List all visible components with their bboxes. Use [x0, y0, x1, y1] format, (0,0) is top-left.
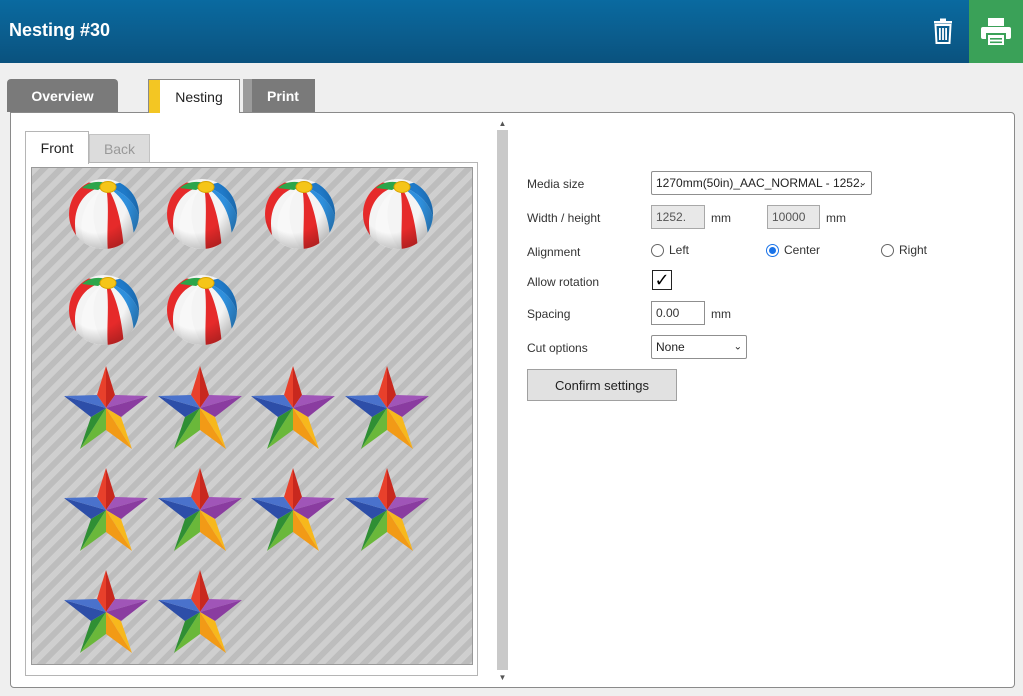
spacing-field[interactable]: 0.00 — [651, 301, 705, 325]
tab-nesting-label: Nesting — [175, 88, 223, 105]
chevron-down-icon: ⌄ — [733, 341, 742, 353]
tab-front[interactable]: Front — [25, 131, 89, 164]
print-button[interactable] — [969, 0, 1023, 63]
allow-rotation-checkbox[interactable]: ✓ — [652, 270, 672, 290]
media-size-select[interactable]: 1270mm(50in)_AAC_NORMAL - 1252. ⌄ — [651, 171, 872, 195]
tab-back[interactable]: Back — [89, 134, 150, 163]
chevron-down-icon: ⌄ — [858, 177, 867, 189]
page-title: Nesting #30 — [9, 20, 111, 40]
alignment-center-radio[interactable]: Center — [766, 243, 820, 257]
tab-nesting[interactable]: Nesting — [148, 79, 240, 113]
beach-ball-image — [166, 274, 238, 348]
beach-ball-image — [68, 178, 140, 252]
vertical-scrollbar[interactable]: ▲ ▼ — [495, 114, 510, 686]
spacing-unit: mm — [711, 307, 731, 321]
scrollbar-thumb[interactable] — [497, 130, 508, 670]
allow-rotation-label: Allow rotation — [527, 275, 600, 289]
star-image — [158, 366, 242, 449]
printer-icon — [981, 17, 1011, 47]
cut-options-label: Cut options — [527, 341, 588, 355]
beach-ball-image — [264, 178, 336, 252]
width-field[interactable]: 1252. — [651, 205, 705, 229]
beach-ball-image — [166, 178, 238, 252]
radio-button[interactable] — [766, 243, 779, 257]
trash-icon — [934, 18, 952, 44]
cut-options-select[interactable]: None ⌄ — [651, 335, 747, 359]
star-image — [158, 468, 242, 551]
star-image — [64, 570, 148, 653]
alignment-label: Alignment — [527, 245, 581, 259]
beach-ball-image — [68, 274, 140, 348]
width-height-label: Width / height — [527, 211, 601, 225]
star-image — [345, 468, 429, 551]
media-size-label: Media size — [527, 177, 585, 191]
star-image — [64, 366, 148, 449]
tab-print-label: Print — [267, 87, 299, 104]
star-image — [251, 366, 335, 449]
alignment-left-radio[interactable]: Left — [651, 243, 689, 257]
tab-accent — [243, 79, 252, 112]
alignment-right-radio[interactable]: Right — [881, 243, 927, 257]
height-field[interactable]: 10000 — [767, 205, 820, 229]
delete-button[interactable] — [925, 13, 961, 49]
tab-accent — [149, 80, 160, 113]
star-image — [64, 468, 148, 551]
star-image — [345, 366, 429, 449]
radio-button[interactable] — [651, 243, 664, 257]
height-unit: mm — [826, 211, 846, 225]
width-unit: mm — [711, 211, 731, 225]
radio-button[interactable] — [881, 243, 894, 257]
app-header: Nesting #30 — [0, 0, 1023, 63]
confirm-settings-button[interactable]: Confirm settings — [527, 369, 677, 401]
star-image — [251, 468, 335, 551]
tab-print[interactable]: Print — [243, 79, 315, 112]
radio-label: Center — [784, 243, 821, 257]
radio-label: Left — [669, 243, 690, 257]
star-image — [158, 570, 242, 653]
scroll-down-icon[interactable]: ▼ — [495, 670, 510, 684]
media-size-value: 1270mm(50in)_AAC_NORMAL - 1252. — [656, 176, 863, 190]
scroll-up-icon[interactable]: ▲ — [495, 116, 510, 130]
radio-label: Right — [899, 243, 928, 257]
spacing-label: Spacing — [527, 307, 571, 321]
beach-ball-image — [362, 178, 434, 252]
cut-options-value: None — [656, 340, 685, 354]
tab-overview[interactable]: Overview — [7, 79, 118, 112]
